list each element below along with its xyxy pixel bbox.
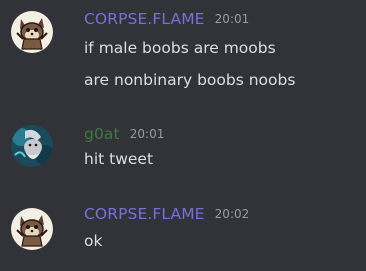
message-text: hit tweet — [84, 150, 154, 168]
message-header: g0at 20:01 — [84, 123, 164, 145]
message-text: ok — [84, 232, 103, 250]
fox-avatar-icon[interactable] — [11, 11, 53, 53]
message-text: if male boobs are moobs — [84, 39, 276, 57]
timestamp[interactable]: 20:01 — [130, 127, 165, 141]
timestamp[interactable]: 20:01 — [215, 12, 250, 26]
message-header: CORPSE.FLAME 20:02 — [84, 203, 249, 225]
message-header: CORPSE.FLAME 20:01 — [84, 8, 249, 30]
username[interactable]: CORPSE.FLAME — [84, 10, 205, 28]
wizard-avatar-icon[interactable] — [11, 125, 53, 167]
username[interactable]: CORPSE.FLAME — [84, 205, 205, 223]
timestamp[interactable]: 20:02 — [215, 207, 250, 221]
username[interactable]: g0at — [84, 125, 120, 143]
fox-avatar-icon[interactable] — [11, 208, 53, 250]
message-text: are nonbinary boobs noobs — [84, 71, 296, 89]
